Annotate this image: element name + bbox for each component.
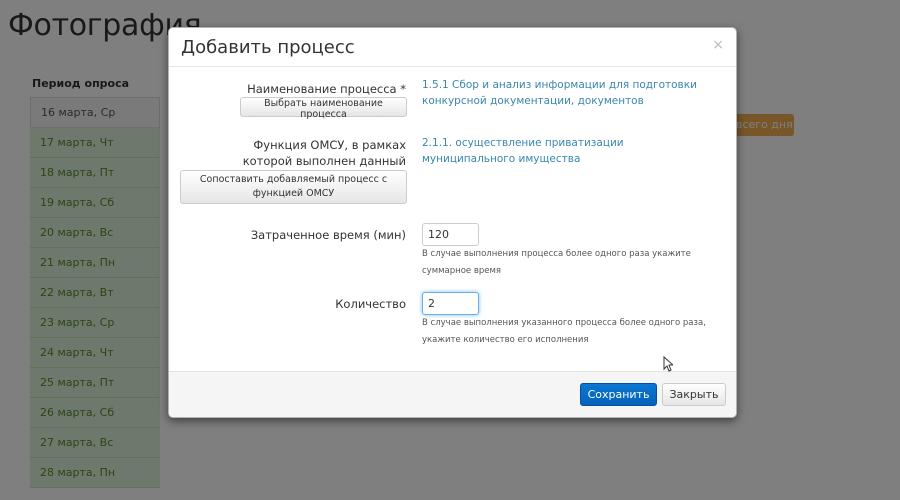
select-process-name-button[interactable]: Выбрать наименование процесса	[240, 97, 407, 120]
modal-footer: Сохранить Закрыть	[169, 371, 736, 417]
add-process-modal: Добавить процесс × Наименование процесса…	[168, 27, 737, 418]
quantity-help: В случае выполнения указанного процесса …	[422, 318, 706, 345]
time-spent-label: Затраченное время (мин)	[250, 228, 406, 242]
process-name-value[interactable]: 1.5.1 Сбор и анализ информации для подго…	[422, 77, 727, 109]
match-omsu-function-button[interactable]: Сопоставить добавляемый процесс с функци…	[180, 170, 407, 204]
time-spent-input[interactable]	[422, 223, 479, 246]
mouse-cursor-icon	[663, 356, 673, 372]
close-icon[interactable]: ×	[712, 37, 724, 53]
time-spent-help: В случае выполнения процесса более одног…	[422, 249, 691, 276]
modal-body: Наименование процесса * Выбрать наименов…	[169, 67, 736, 373]
save-button[interactable]: Сохранить	[580, 383, 657, 406]
process-name-label: Наименование процесса *	[247, 82, 406, 96]
close-button[interactable]: Закрыть	[662, 383, 726, 406]
modal-title: Добавить процесс	[181, 37, 355, 58]
omsu-function-value[interactable]: 2.1.1. осуществление приватизации муници…	[422, 135, 707, 167]
quantity-input[interactable]	[422, 292, 479, 315]
modal-header: Добавить процесс ×	[169, 28, 736, 67]
quantity-label: Количество	[335, 297, 406, 311]
